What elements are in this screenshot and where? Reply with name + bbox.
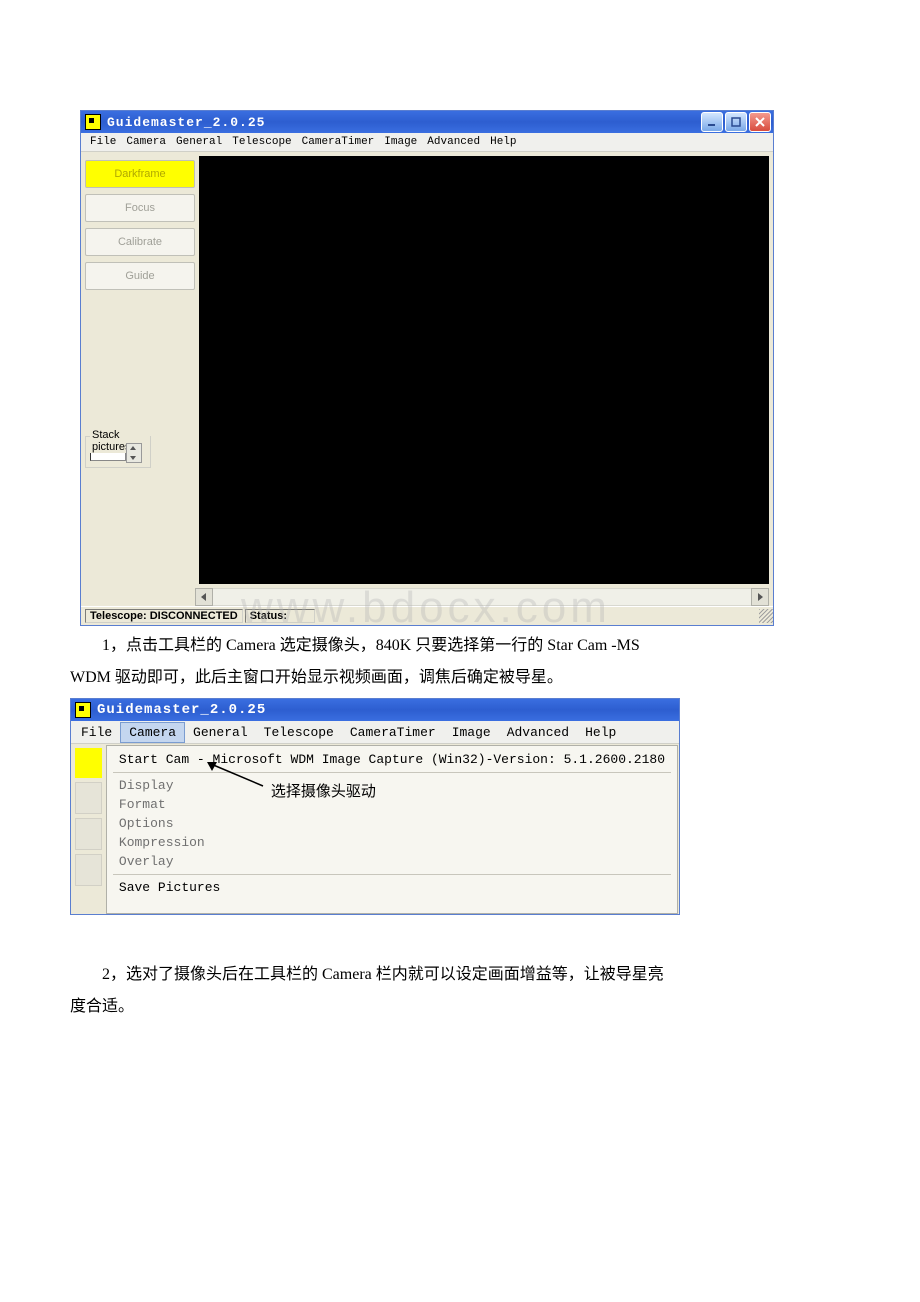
menu2-image[interactable]: Image — [444, 723, 499, 742]
dropdown-start-cam[interactable]: Start Cam - Microsoft WDM Image Capture … — [107, 750, 677, 769]
resize-grip[interactable] — [759, 609, 773, 623]
app-icon-2 — [75, 702, 91, 718]
left-panel: Darkframe Focus Calibrate Guide Stack pi… — [81, 152, 199, 588]
menu2-telescope[interactable]: Telescope — [256, 723, 342, 742]
menu-cameratimer[interactable]: CameraTimer — [297, 136, 380, 148]
scroll-left-button[interactable] — [195, 588, 213, 606]
scroll-track[interactable] — [213, 588, 751, 606]
menu-help[interactable]: Help — [485, 136, 521, 148]
guide-button-2[interactable] — [75, 854, 102, 886]
paragraph-2-line-1: 2，选对了摄像头后在工具栏的 Camera 栏内就可以设定画面增益等，让被导星亮 — [70, 963, 850, 987]
menu2-general[interactable]: General — [185, 723, 256, 742]
horizontal-scrollbar[interactable] — [81, 588, 773, 606]
app-window-main: Guidemaster_2.0.25 File Camera General T… — [80, 110, 774, 626]
menu-image[interactable]: Image — [379, 136, 422, 148]
menu-advanced[interactable]: Advanced — [422, 136, 485, 148]
stack-pictures-group: Stack pictures 0 — [85, 436, 195, 468]
camera-dropdown-menu: Start Cam - Microsoft WDM Image Capture … — [106, 745, 678, 914]
menu-camera[interactable]: Camera — [121, 136, 171, 148]
dropdown-save-pictures[interactable]: Save Pictures — [107, 878, 677, 897]
video-preview — [199, 156, 769, 584]
dropdown-separator-1 — [113, 772, 671, 773]
close-button[interactable] — [749, 112, 771, 132]
menu2-camera[interactable]: Camera — [120, 722, 185, 743]
status-label: Status: — [245, 609, 315, 623]
telescope-status: Telescope: DISCONNECTED — [85, 609, 243, 623]
menubar: File Camera General Telescope CameraTime… — [81, 133, 773, 152]
minimize-button[interactable] — [701, 112, 723, 132]
left-panel-2 — [71, 744, 106, 914]
guide-button[interactable]: Guide — [85, 262, 195, 290]
focus-button[interactable]: Focus — [85, 194, 195, 222]
maximize-button[interactable] — [725, 112, 747, 132]
close-icon — [755, 117, 765, 127]
titlebar-2[interactable]: Guidemaster_2.0.25 — [71, 699, 679, 721]
maximize-icon — [731, 117, 741, 127]
menu2-help[interactable]: Help — [577, 723, 624, 742]
darkframe-button-2[interactable] — [75, 748, 102, 778]
calibrate-button-2[interactable] — [75, 818, 102, 850]
paragraph-1-line-1: 1，点击工具栏的 Camera 选定摄像头，840K 只要选择第一行的 Star… — [70, 634, 850, 658]
menu2-advanced[interactable]: Advanced — [499, 723, 577, 742]
dropdown-display[interactable]: Display — [107, 776, 677, 795]
titlebar[interactable]: Guidemaster_2.0.25 — [81, 111, 773, 133]
dropdown-format[interactable]: Format — [107, 795, 677, 814]
dropdown-overlay[interactable]: Overlay — [107, 852, 677, 871]
menubar-2: File Camera General Telescope CameraTime… — [71, 721, 679, 744]
scroll-right-button[interactable] — [751, 588, 769, 606]
dropdown-separator-2 — [113, 874, 671, 875]
app-window-menu-open: Guidemaster_2.0.25 File Camera General T… — [70, 698, 680, 915]
focus-button-2[interactable] — [75, 782, 102, 814]
darkframe-button[interactable]: Darkframe — [85, 160, 195, 188]
minimize-icon — [707, 117, 717, 127]
stack-spinner[interactable] — [126, 443, 142, 463]
window-title: Guidemaster_2.0.25 — [107, 115, 701, 130]
calibrate-button[interactable]: Calibrate — [85, 228, 195, 256]
chevron-right-icon — [756, 593, 764, 601]
chevron-left-icon — [200, 593, 208, 601]
paragraph-2-line-2: 度合适。 — [70, 995, 850, 1019]
menu-general[interactable]: General — [171, 136, 227, 148]
menu-file[interactable]: File — [85, 136, 121, 148]
paragraph-1-line-2: WDM 驱动即可，此后主窗口开始显示视频画面，调焦后确定被导星。 — [70, 666, 850, 690]
menu-telescope[interactable]: Telescope — [227, 136, 296, 148]
dropdown-options[interactable]: Options — [107, 814, 677, 833]
app-icon — [85, 114, 101, 130]
menu2-file[interactable]: File — [73, 723, 120, 742]
menu2-cameratimer[interactable]: CameraTimer — [342, 723, 444, 742]
dropdown-kompression[interactable]: Kompression — [107, 833, 677, 852]
callout-label: 选择摄像头驱动 — [271, 780, 376, 801]
callout-arrow-icon — [203, 760, 273, 790]
window-title-2: Guidemaster_2.0.25 — [97, 702, 677, 718]
statusbar: Telescope: DISCONNECTED Status: — [81, 606, 773, 625]
